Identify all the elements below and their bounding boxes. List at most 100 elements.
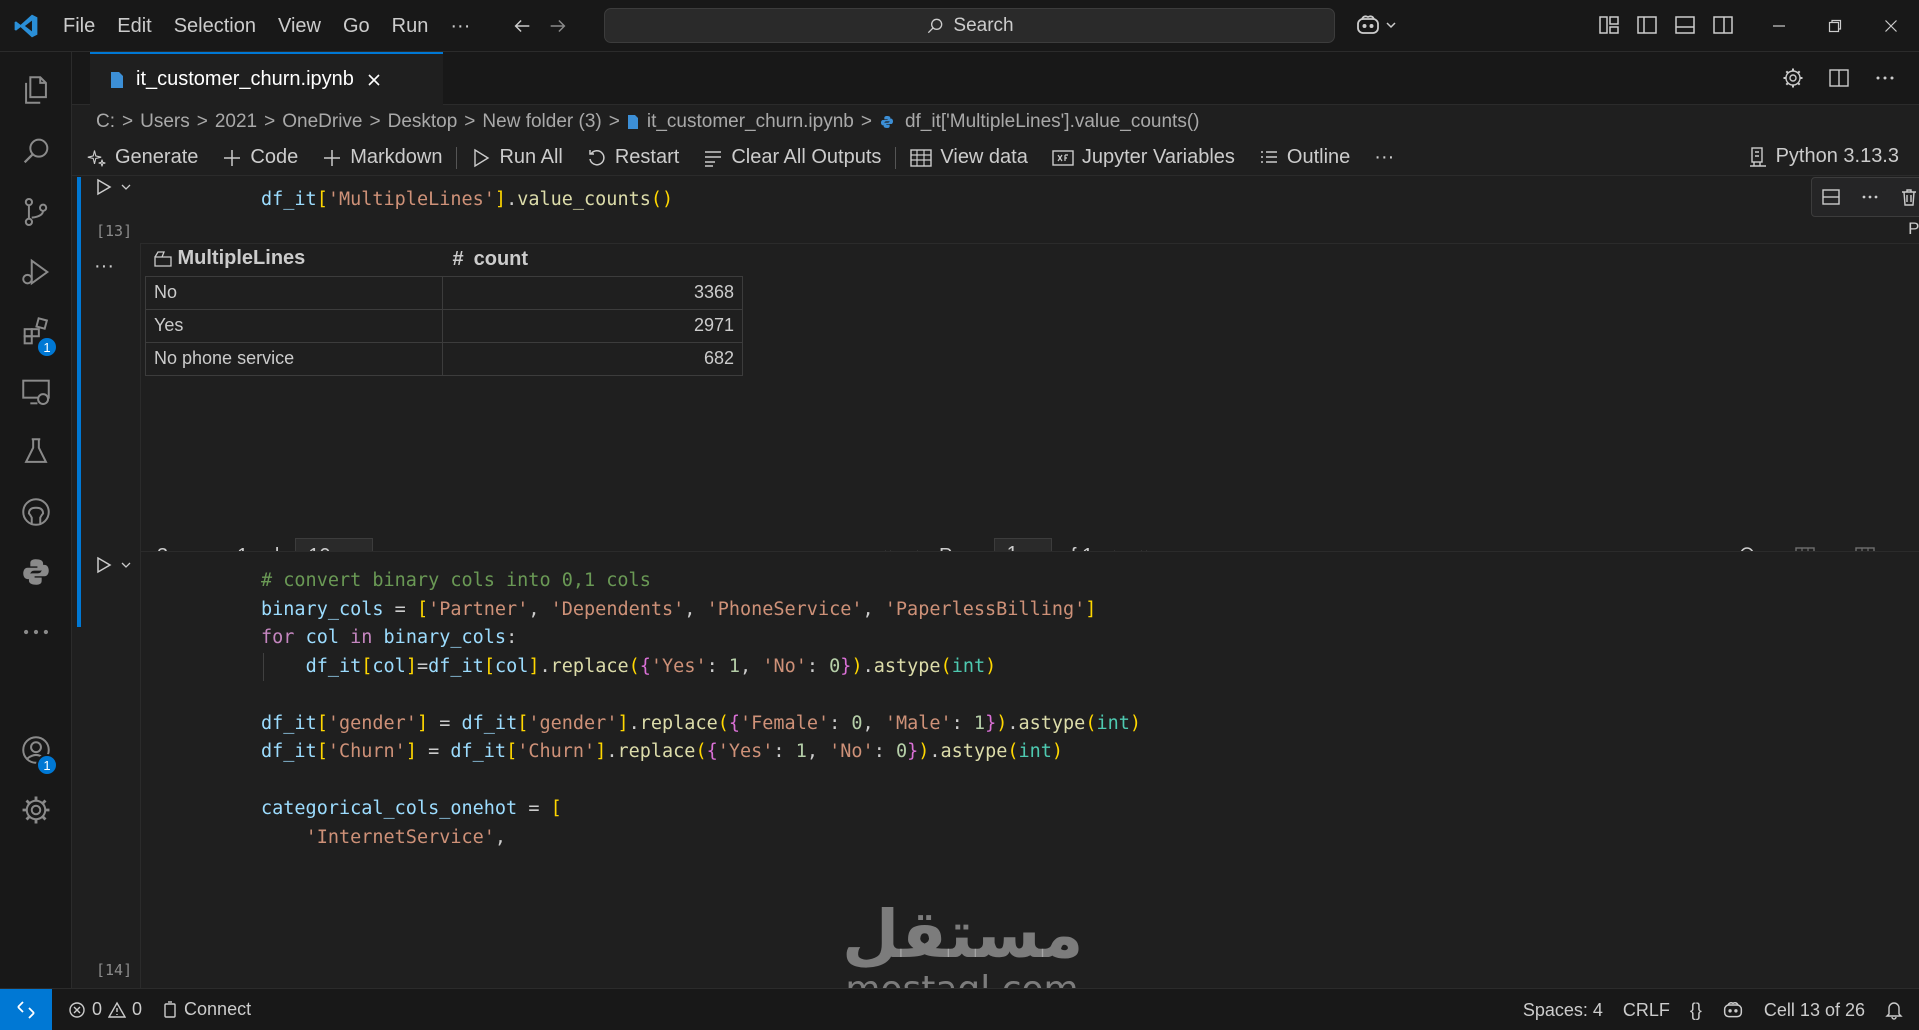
source-control-icon[interactable]	[0, 182, 72, 242]
menu-run[interactable]: Run	[381, 0, 440, 52]
search-view-icon[interactable]	[0, 121, 72, 181]
run-cell-button[interactable]	[94, 177, 132, 197]
breadcrumb-item[interactable]: df_it['MultipleLines'].value_counts()	[905, 111, 1200, 133]
manage-gear-icon[interactable]	[0, 780, 72, 840]
editor-actions	[1781, 66, 1897, 90]
close-window-icon[interactable]	[1863, 0, 1919, 52]
breadcrumb-item[interactable]: OneDrive	[282, 111, 362, 133]
breadcrumb-item[interactable]: C:	[96, 111, 115, 133]
extensions-icon[interactable]: 1	[0, 302, 72, 362]
output-more-button[interactable]: ···	[94, 255, 114, 278]
accounts-icon[interactable]: 1	[0, 720, 72, 780]
indentation-status[interactable]: Spaces: 4	[1513, 1000, 1613, 1021]
add-code-cell-button[interactable]: Code	[210, 146, 310, 169]
github-icon[interactable]	[0, 482, 72, 542]
toggle-panel-icon[interactable]	[1673, 13, 1697, 37]
toolbar-divider	[895, 146, 897, 169]
tab-it-customer-churn[interactable]: it_customer_churn.ipynb	[90, 52, 443, 105]
language-braces-status[interactable]: {}	[1680, 1000, 1712, 1021]
connect-icon	[164, 1000, 176, 1018]
customize-layout-icon[interactable]	[1597, 13, 1621, 37]
testing-flask-icon[interactable]	[0, 422, 72, 482]
kernel-icon	[1749, 146, 1766, 167]
connect-button[interactable]: Connect	[152, 999, 261, 1020]
table-row[interactable]: No 3368	[145, 275, 743, 310]
copilot-status[interactable]	[1712, 1000, 1754, 1020]
more-views-icon[interactable]	[0, 602, 72, 662]
minimize-icon[interactable]	[1751, 0, 1807, 52]
breadcrumb-item[interactable]: New folder (3)	[482, 111, 601, 133]
breadcrumb-item[interactable]: 2021	[215, 111, 257, 133]
table-cell-value: 682	[442, 341, 743, 376]
column-header-count[interactable]: # count	[442, 244, 743, 277]
toolbar-more-button[interactable]: ···	[1362, 146, 1406, 169]
generate-button[interactable]: Generate	[72, 146, 210, 169]
restore-icon[interactable]	[1807, 0, 1863, 52]
run-debug-icon[interactable]	[0, 242, 72, 302]
error-icon	[69, 1001, 85, 1018]
cell-position-status[interactable]: Cell 13 of 26	[1754, 1000, 1875, 1021]
play-icon	[97, 556, 112, 574]
data-table: MultipleLines # count No 3368 Yes 2971 No p…	[145, 244, 743, 376]
copilot-menu[interactable]	[1355, 13, 1398, 37]
jupyter-variables-label: Jupyter Variables	[1081, 146, 1235, 168]
outline-button[interactable]: Outline	[1247, 146, 1362, 169]
plus-icon	[324, 149, 341, 166]
remote-icon	[17, 1000, 35, 1019]
title-bar: File Edit Selection View Go Run ··· Sear…	[0, 0, 1919, 52]
jupyter-variables-button[interactable]: Jupyter Variables	[1040, 146, 1247, 169]
settings-gear-icon[interactable]	[1781, 66, 1805, 90]
problems-indicator[interactable]: 0 0	[58, 999, 152, 1020]
forward-arrow-icon[interactable]	[547, 15, 569, 37]
delete-cell-icon[interactable]	[1899, 187, 1919, 207]
view-data-button[interactable]: View data	[898, 146, 1039, 169]
command-center-search[interactable]: Search	[604, 8, 1335, 43]
column-header-multiplelines[interactable]: MultipleLines	[145, 244, 443, 277]
menu-edit[interactable]: Edit	[106, 0, 162, 52]
toolbar-divider	[456, 146, 458, 169]
menu-more[interactable]: ···	[439, 0, 481, 52]
clear-all-icon	[705, 150, 722, 167]
python-symbol-icon	[879, 114, 895, 130]
notebook-toolbar: Generate Code Markdown Run All Restart C…	[72, 140, 1919, 176]
menu-selection[interactable]: Selection	[163, 0, 267, 52]
eol-status[interactable]: CRLF	[1613, 1000, 1680, 1021]
table-header-row: MultipleLines # count	[145, 244, 743, 277]
toggle-secondary-sidebar-icon[interactable]	[1711, 13, 1735, 37]
clear-all-outputs-button[interactable]: Clear All Outputs	[691, 146, 893, 169]
breadcrumb-chevron-icon: >	[369, 111, 381, 132]
notifications-bell-icon[interactable]	[1875, 1000, 1913, 1020]
toggle-primary-sidebar-icon[interactable]	[1635, 13, 1659, 37]
more-actions-icon[interactable]	[1873, 66, 1897, 90]
breadcrumb-item[interactable]: Users	[140, 111, 190, 133]
code-editor[interactable]: df_it['MultipleLines'].value_counts() Py…	[140, 177, 1919, 243]
table-row[interactable]: No phone service 682	[145, 341, 743, 376]
kernel-picker[interactable]: Python 3.13.3	[1748, 145, 1899, 168]
run-cell-button[interactable]	[94, 555, 132, 575]
cell-output-data-table: MultipleLines # count No 3368 Yes 2971 No p…	[140, 243, 1919, 585]
menu-view[interactable]: View	[267, 0, 332, 52]
add-markdown-cell-button[interactable]: Markdown	[310, 146, 454, 169]
variables-icon	[1052, 149, 1074, 166]
back-arrow-icon[interactable]	[511, 15, 533, 37]
cell-focus-indicator	[77, 177, 81, 627]
split-editor-icon[interactable]	[1827, 66, 1851, 90]
close-tab-icon[interactable]	[366, 72, 382, 88]
remote-explorer-icon[interactable]	[0, 362, 72, 422]
more-cell-actions-icon[interactable]	[1860, 187, 1880, 207]
breadcrumb-item[interactable]: Desktop	[388, 111, 458, 133]
breadcrumb-item[interactable]: it_customer_churn.ipynb	[647, 111, 854, 133]
cell-language-label[interactable]: Python	[1908, 219, 1919, 239]
remote-indicator[interactable]	[0, 988, 52, 1030]
status-bar: 0 0 Connect Spaces: 4 CRLF {} Cell 13 of…	[0, 988, 1919, 1030]
restart-button[interactable]: Restart	[575, 146, 691, 169]
run-all-button[interactable]: Run All	[459, 146, 574, 169]
warning-count: 0	[132, 999, 143, 1019]
python-icon[interactable]	[0, 542, 72, 602]
menu-go[interactable]: Go	[332, 0, 381, 52]
menu-file[interactable]: File	[52, 0, 106, 52]
split-cell-icon[interactable]	[1821, 187, 1841, 207]
table-row[interactable]: Yes 2971	[145, 308, 743, 343]
kernel-label: Python 3.13.3	[1775, 145, 1899, 167]
explorer-icon[interactable]	[0, 60, 72, 120]
